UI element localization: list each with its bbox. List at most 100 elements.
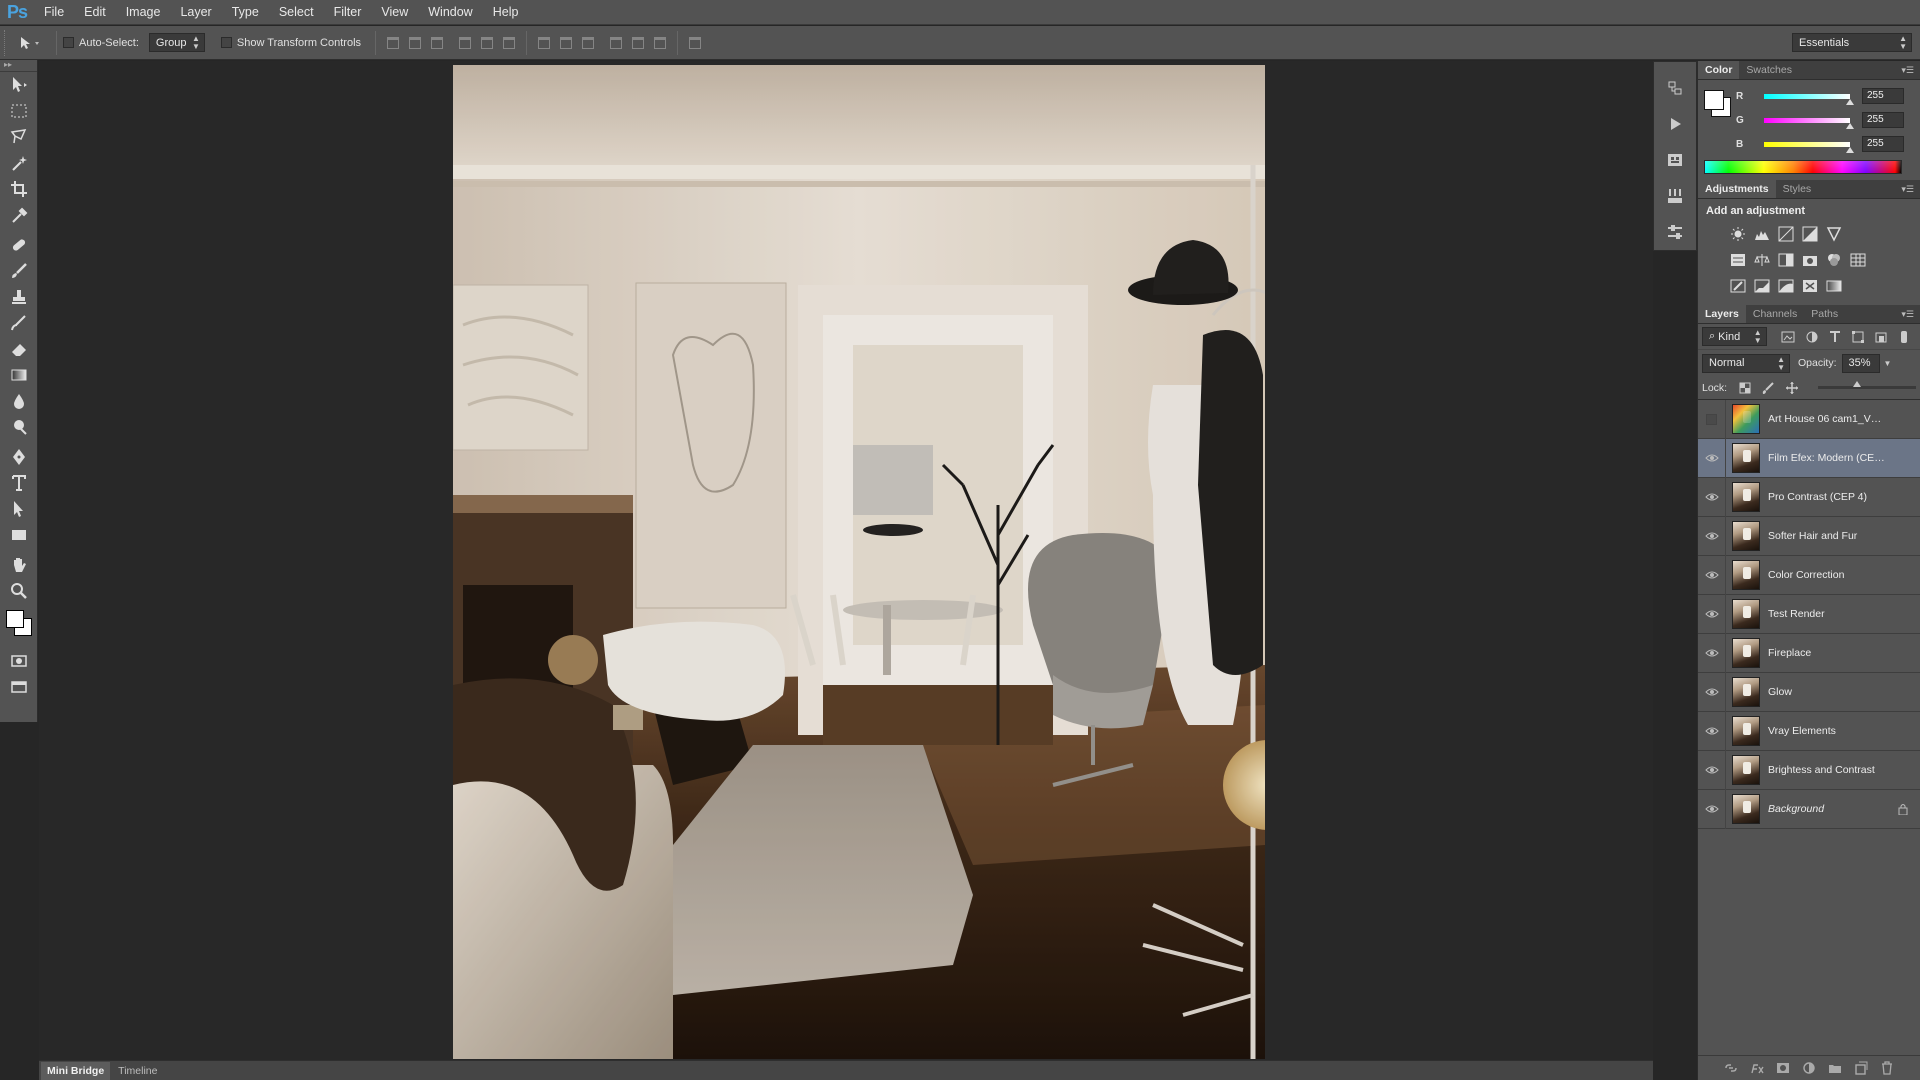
opacity-slider-track[interactable] bbox=[1817, 381, 1916, 389]
eraser-tool[interactable] bbox=[0, 336, 38, 362]
marquee-tool[interactable] bbox=[0, 98, 38, 124]
color-spectrum-ramp[interactable] bbox=[1704, 160, 1902, 174]
auto-select-dropdown[interactable]: Group ▲ ▼ bbox=[148, 33, 205, 52]
show-transform-check[interactable] bbox=[220, 37, 232, 48]
layer-row[interactable]: Glow bbox=[1698, 672, 1920, 712]
opacity-field[interactable]: 35% bbox=[1841, 353, 1880, 373]
threshold-icon[interactable] bbox=[1774, 275, 1798, 297]
red-slider-thumb[interactable] bbox=[1846, 98, 1854, 105]
options-grip[interactable] bbox=[4, 29, 12, 56]
add-mask-icon[interactable] bbox=[1775, 1061, 1791, 1075]
layer-row[interactable]: Fireplace bbox=[1698, 633, 1920, 673]
filter-type-layers-icon[interactable] bbox=[1823, 329, 1846, 345]
layer-visibility-toggle[interactable] bbox=[1698, 516, 1726, 556]
layer-visibility-toggle[interactable] bbox=[1698, 594, 1726, 634]
document-canvas-area[interactable] bbox=[39, 61, 1653, 1060]
layer-filter-kind-dropdown[interactable]: ⌕ Kind ▲ ▼ bbox=[1702, 327, 1767, 346]
layer-row[interactable]: Softer Hair and Fur bbox=[1698, 516, 1920, 556]
quick-mask-tool[interactable] bbox=[0, 648, 38, 674]
layer-visibility-toggle[interactable] bbox=[1698, 438, 1726, 478]
menu-help[interactable]: Help bbox=[483, 0, 529, 25]
opacity-slider-thumb[interactable] bbox=[1852, 381, 1861, 387]
menu-select[interactable]: Select bbox=[269, 0, 324, 25]
layer-row[interactable]: Pro Contrast (CEP 4) bbox=[1698, 477, 1920, 517]
menu-image[interactable]: Image bbox=[116, 0, 171, 25]
rectangle-tool[interactable] bbox=[0, 522, 38, 548]
gradient-tool[interactable] bbox=[0, 362, 38, 388]
channel-mixer-icon[interactable] bbox=[1822, 249, 1846, 271]
layer-row[interactable]: Art House 06 cam1_VRa... bbox=[1698, 399, 1920, 439]
layer-row[interactable]: Test Render bbox=[1698, 594, 1920, 634]
gradient-map-icon[interactable] bbox=[1822, 275, 1846, 297]
red-slider[interactable] bbox=[1764, 93, 1854, 105]
hue-saturation-icon[interactable] bbox=[1726, 249, 1750, 271]
menu-filter[interactable]: Filter bbox=[324, 0, 372, 25]
panel-menu-icon[interactable]: ▾☰ bbox=[1901, 309, 1914, 320]
auto-align-layers-icon[interactable] bbox=[684, 33, 706, 53]
distribute-bottom-edges-icon[interactable] bbox=[577, 33, 599, 53]
magic-wand-tool[interactable] bbox=[0, 150, 38, 176]
brush-tool[interactable] bbox=[0, 258, 38, 284]
distribute-horizontal-centers-icon[interactable] bbox=[627, 33, 649, 53]
menu-layer[interactable]: Layer bbox=[170, 0, 221, 25]
new-group-icon[interactable] bbox=[1827, 1061, 1843, 1075]
align-horizontal-centers-icon[interactable] bbox=[476, 33, 498, 53]
healing-brush-tool[interactable] bbox=[0, 232, 38, 258]
exposure-icon[interactable] bbox=[1798, 223, 1822, 245]
hand-tool[interactable] bbox=[0, 552, 38, 578]
tab-channels[interactable]: Channels bbox=[1746, 305, 1804, 323]
layer-visibility-toggle[interactable] bbox=[1698, 672, 1726, 712]
align-left-edges-icon[interactable] bbox=[454, 33, 476, 53]
blend-mode-dropdown[interactable]: Normal ▲ ▼ bbox=[1702, 353, 1790, 373]
clone-stamp-tool[interactable] bbox=[0, 284, 38, 310]
layer-visibility-toggle[interactable] bbox=[1698, 750, 1726, 790]
filter-toggle-icon[interactable] bbox=[1893, 329, 1916, 345]
path-selection-tool[interactable] bbox=[0, 496, 38, 522]
layer-row[interactable]: Brightess and Contrast bbox=[1698, 750, 1920, 790]
layer-visibility-toggle[interactable] bbox=[1698, 399, 1726, 439]
selective-color-icon[interactable] bbox=[1798, 275, 1822, 297]
layer-row[interactable]: Background bbox=[1698, 789, 1920, 829]
layer-row[interactable]: Vray Elements bbox=[1698, 711, 1920, 751]
tab-adjustments[interactable]: Adjustments bbox=[1698, 180, 1776, 198]
zoom-tool[interactable] bbox=[0, 578, 38, 604]
lock-position-icon[interactable] bbox=[1780, 380, 1804, 396]
delete-layer-icon[interactable] bbox=[1879, 1061, 1895, 1075]
menu-file[interactable]: File bbox=[34, 0, 74, 25]
blue-slider[interactable] bbox=[1764, 141, 1854, 153]
history-brush-tool[interactable] bbox=[0, 310, 38, 336]
tool-preset-picker[interactable] bbox=[12, 31, 50, 55]
opacity-slider-toggle-icon[interactable]: ▼ bbox=[1884, 359, 1892, 368]
panel-menu-icon[interactable]: ▾☰ bbox=[1901, 184, 1914, 195]
lock-image-pixels-icon[interactable] bbox=[1757, 380, 1781, 396]
panel-menu-icon[interactable]: ▾☰ bbox=[1901, 65, 1914, 76]
align-right-edges-icon[interactable] bbox=[498, 33, 520, 53]
distribute-left-edges-icon[interactable] bbox=[605, 33, 627, 53]
align-vertical-centers-icon[interactable] bbox=[404, 33, 426, 53]
document-image[interactable] bbox=[453, 65, 1265, 1059]
layer-row[interactable]: Color Correction bbox=[1698, 555, 1920, 595]
dock-history-button[interactable] bbox=[1654, 70, 1696, 106]
tab-mini-bridge[interactable]: Mini Bridge bbox=[41, 1061, 111, 1080]
menu-edit[interactable]: Edit bbox=[74, 0, 116, 25]
foreground-color-swatch[interactable] bbox=[6, 610, 24, 628]
eyedropper-tool[interactable] bbox=[0, 202, 38, 228]
curves-icon[interactable] bbox=[1774, 223, 1798, 245]
tab-swatches[interactable]: Swatches bbox=[1739, 61, 1799, 79]
tab-paths[interactable]: Paths bbox=[1804, 305, 1845, 323]
blur-tool[interactable] bbox=[0, 388, 38, 414]
screen-mode-tool[interactable] bbox=[0, 674, 38, 700]
filter-shape-layers-icon[interactable] bbox=[1846, 329, 1869, 345]
dock-actions-button[interactable] bbox=[1654, 106, 1696, 142]
link-layers-icon[interactable] bbox=[1723, 1061, 1739, 1075]
menu-type[interactable]: Type bbox=[222, 0, 269, 25]
invert-icon[interactable] bbox=[1726, 275, 1750, 297]
layer-visibility-toggle[interactable] bbox=[1698, 555, 1726, 595]
vibrance-icon[interactable] bbox=[1822, 223, 1846, 245]
blue-slider-thumb[interactable] bbox=[1846, 146, 1854, 153]
black-white-icon[interactable] bbox=[1774, 249, 1798, 271]
layer-visibility-toggle[interactable] bbox=[1698, 789, 1726, 829]
crop-tool[interactable] bbox=[0, 176, 38, 202]
filter-adjustment-layers-icon[interactable] bbox=[1800, 329, 1823, 345]
brightness-contrast-icon[interactable] bbox=[1726, 223, 1750, 245]
